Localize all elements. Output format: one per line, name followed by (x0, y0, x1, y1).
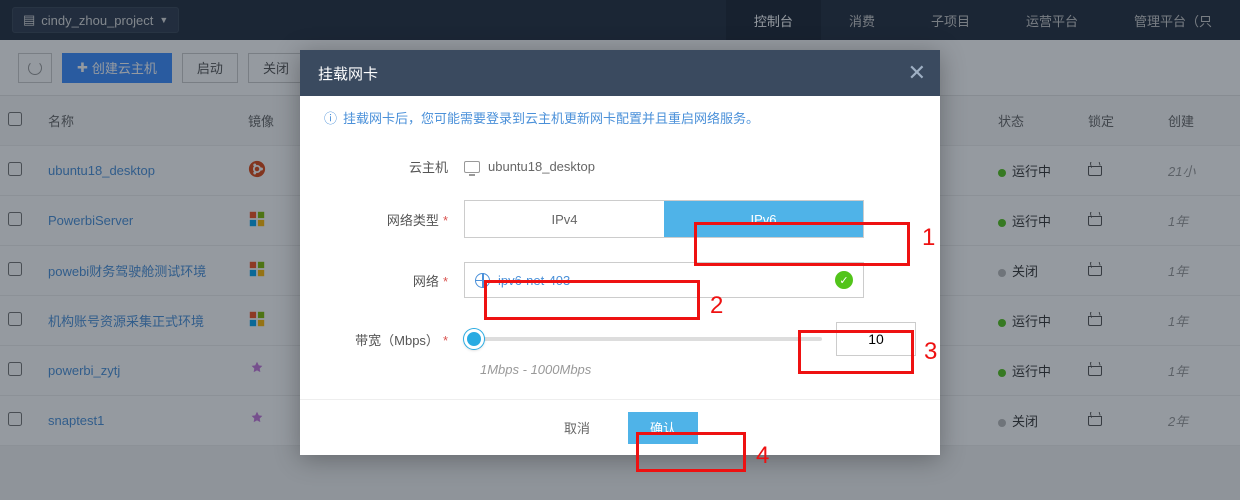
modal-info-text: 挂载网卡后，您可能需要登录到云主机更新网卡配置并且重启网络服务。 (343, 108, 759, 127)
globe-icon (475, 273, 490, 288)
slider-thumb[interactable] (464, 329, 484, 349)
cancel-button[interactable]: 取消 (542, 412, 612, 444)
label-host: 云主机 (324, 157, 464, 176)
check-icon: ✓ (835, 271, 853, 289)
attach-nic-modal: 挂载网卡 ✕ ⓘ 挂载网卡后，您可能需要登录到云主机更新网卡配置并且重启网络服务… (300, 50, 940, 455)
label-network: 网络 (413, 274, 439, 289)
confirm-button[interactable]: 确认 (628, 412, 698, 444)
bandwidth-hint: 1Mbps - 1000Mbps (480, 362, 916, 377)
label-net-type: 网络类型 (387, 213, 439, 228)
network-value: ipv6-net-403 (498, 273, 835, 288)
modal-title: 挂载网卡 (318, 63, 378, 84)
modal-info: ⓘ 挂载网卡后，您可能需要登录到云主机更新网卡配置并且重启网络服务。 (300, 96, 940, 139)
label-bandwidth: 带宽（Mbps） (355, 333, 439, 348)
monitor-icon (464, 161, 480, 173)
network-select[interactable]: ipv6-net-403 ✓ (464, 262, 864, 298)
host-value: ubuntu18_desktop (488, 159, 595, 174)
bandwidth-slider[interactable] (464, 337, 822, 341)
close-icon[interactable]: ✕ (908, 60, 926, 86)
modal-footer: 取消 确认 (300, 399, 940, 455)
modal-overlay: 挂载网卡 ✕ ⓘ 挂载网卡后，您可能需要登录到云主机更新网卡配置并且重启网络服务… (0, 0, 1240, 500)
net-type-tabs: IPv4 IPv6 (464, 200, 864, 238)
tab-ipv6[interactable]: IPv6 (664, 201, 863, 237)
modal-header: 挂载网卡 ✕ (300, 50, 940, 96)
tab-ipv4[interactable]: IPv4 (465, 201, 664, 237)
bandwidth-input[interactable] (836, 322, 916, 356)
info-icon: ⓘ (324, 108, 337, 127)
